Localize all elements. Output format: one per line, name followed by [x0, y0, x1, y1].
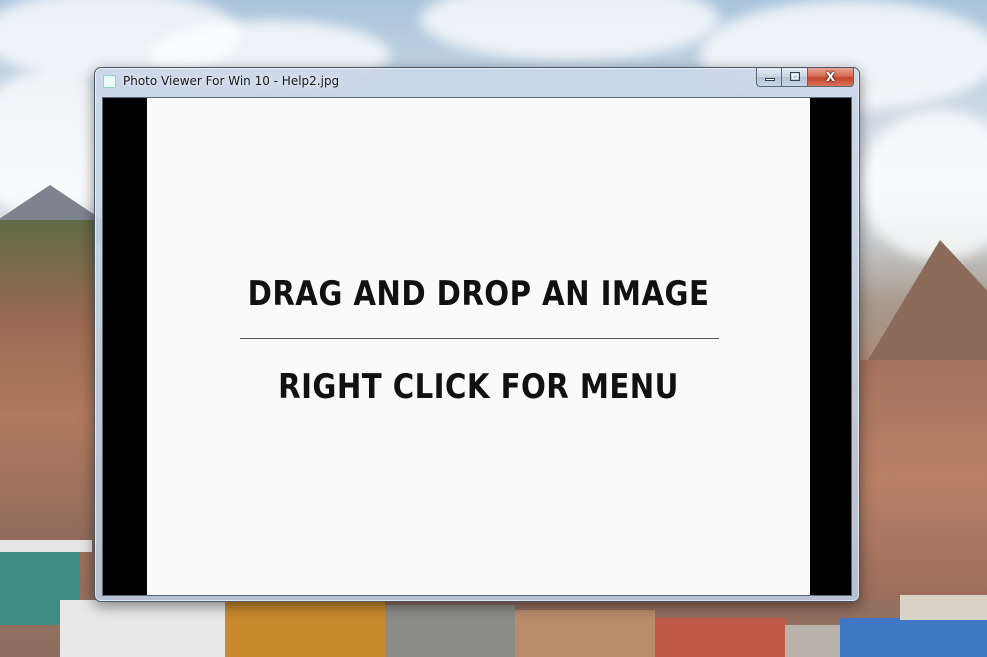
wallpaper-building	[225, 600, 385, 657]
window-title: Photo Viewer For Win 10 - Help2.jpg	[123, 74, 340, 88]
divider-line	[240, 338, 719, 339]
minimize-icon	[765, 78, 775, 81]
close-button[interactable]: X	[808, 68, 854, 87]
wallpaper-cloud	[860, 110, 987, 260]
wallpaper-cloud	[420, 0, 720, 60]
wallpaper-building	[0, 540, 92, 552]
wallpaper-building	[785, 625, 845, 657]
wallpaper-hill	[0, 220, 95, 550]
wallpaper-building	[60, 600, 225, 657]
image-viewport[interactable]: DRAG AND DROP AN IMAGE RIGHT CLICK FOR M…	[102, 97, 852, 596]
minimize-button[interactable]	[756, 68, 782, 87]
wallpaper-building	[900, 595, 987, 620]
help-image: DRAG AND DROP AN IMAGE RIGHT CLICK FOR M…	[147, 98, 810, 595]
wallpaper-building	[385, 605, 515, 657]
right-click-instruction: RIGHT CLICK FOR MENU	[278, 367, 679, 407]
maximize-icon	[790, 72, 800, 81]
title-bar[interactable]: Photo Viewer For Win 10 - Help2.jpg X	[95, 68, 859, 96]
wallpaper-building	[515, 610, 655, 657]
wallpaper-building	[840, 618, 987, 657]
close-icon: X	[825, 70, 836, 84]
maximize-button[interactable]	[782, 68, 808, 87]
app-icon[interactable]	[103, 75, 116, 88]
photo-viewer-window: Photo Viewer For Win 10 - Help2.jpg X DR…	[94, 67, 860, 602]
caption-buttons: X	[756, 68, 854, 88]
drag-drop-instruction: DRAG AND DROP AN IMAGE	[247, 274, 710, 314]
wallpaper-hill	[860, 360, 987, 600]
wallpaper-building	[655, 618, 785, 657]
